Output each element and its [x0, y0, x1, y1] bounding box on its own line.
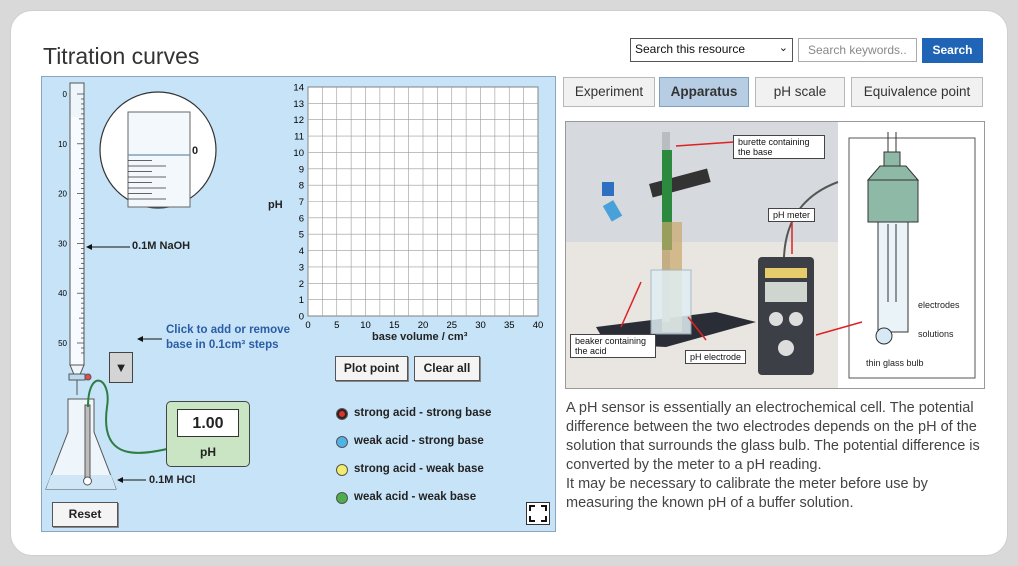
legend-label: weak acid - weak base	[354, 491, 477, 503]
ph-probe	[84, 404, 91, 482]
burette-label: 0.1M NaOH	[132, 240, 191, 252]
callout-burette-line-2: the base	[738, 147, 773, 157]
description-paragraph-2: It may be necessary to calibrate the met…	[566, 476, 928, 511]
burette-tick-label: 50	[58, 339, 67, 348]
ph-meter-display: 1.00 pH	[166, 401, 250, 467]
tab-equivalence-point[interactable]: Equivalence point	[851, 77, 983, 107]
x-tick-label: 5	[334, 320, 339, 331]
fullscreen-icon	[529, 505, 547, 522]
y-tick-label: 7	[299, 197, 304, 208]
graph-x-ticks: 0 5 10 15 20 25 30 35 40	[305, 320, 543, 331]
diagram-label-bulb: thin glass bulb	[866, 358, 924, 368]
ph-unit: pH	[200, 445, 216, 459]
x-tick-label: 35	[504, 320, 515, 331]
x-tick-label: 25	[446, 320, 457, 331]
graph-x-label: base volume / cm³	[372, 331, 468, 343]
clear-all-button[interactable]: Clear all	[414, 356, 480, 381]
probe-cable	[87, 379, 168, 454]
burette-tick-label: 40	[58, 289, 67, 298]
reset-button[interactable]: Reset	[52, 502, 118, 527]
burette-tick-label: 0	[63, 90, 68, 99]
radio-dot-icon	[336, 436, 348, 448]
legend-label: weak acid - strong base	[354, 435, 484, 447]
apparatus-image: burette containing the base pH meter bea…	[565, 121, 985, 389]
legend-label: strong acid - strong base	[354, 407, 492, 419]
search-button[interactable]: Search	[922, 38, 983, 63]
add-base-hint: Click to add or remove base in 0.1cm³ st…	[166, 323, 290, 353]
tab-ph-scale[interactable]: pH scale	[755, 77, 845, 107]
y-tick-label: 14	[293, 83, 304, 94]
callout-electrode: pH electrode	[685, 350, 747, 364]
y-tick-label: 4	[299, 246, 304, 257]
diagram-label-solutions: solutions	[918, 329, 954, 339]
hint-arrowhead	[137, 336, 143, 342]
x-tick-label: 20	[418, 320, 429, 331]
page-frame: Titration curves Search this resource ⌄ …	[10, 10, 1008, 556]
y-tick-label: 8	[299, 181, 304, 192]
y-tick-label: 9	[299, 164, 304, 175]
beaker	[650, 269, 692, 335]
y-tick-label: 12	[293, 115, 304, 126]
description: A pH sensor is essentially an electroche…	[566, 399, 981, 513]
blue-knob	[602, 182, 614, 196]
callout-burette: burette containing the base	[733, 135, 825, 159]
callout-meter: pH meter	[768, 208, 816, 222]
y-tick-label: 3	[299, 262, 304, 273]
burette-tick-label: 10	[58, 140, 67, 149]
triangle-down-icon: ▼	[114, 360, 128, 375]
callout-beaker: beaker containing the acid	[570, 334, 656, 358]
naoh-arrowhead	[86, 244, 92, 250]
chevron-down-icon: ⌄	[778, 42, 788, 54]
burette-tick-label: 30	[58, 239, 67, 248]
tab-experiment[interactable]: Experiment	[563, 77, 655, 107]
hint-line-2: base in 0.1cm³ steps	[166, 339, 279, 351]
radio-dot-icon	[336, 464, 348, 476]
x-tick-label: 15	[389, 320, 400, 331]
y-tick-label: 10	[293, 148, 304, 159]
callout-burette-line-1: burette containing	[738, 137, 810, 147]
search-input[interactable]: Search keywords..	[798, 38, 917, 62]
zoom-reading: 0	[192, 145, 199, 157]
flask-label: 0.1M HCl	[149, 474, 196, 486]
x-tick-label: 40	[533, 320, 544, 331]
diagram-label-electrodes: electrodes	[918, 300, 960, 310]
y-tick-label: 2	[299, 279, 304, 290]
callout-beaker-line-2: the acid	[575, 346, 607, 356]
probe-bulb	[83, 476, 92, 486]
fullscreen-button[interactable]	[526, 502, 550, 525]
y-tick-label: 5	[299, 230, 304, 241]
resource-select-value: Search this resource	[635, 42, 746, 56]
description-paragraph-1: A pH sensor is essentially an electroche…	[566, 400, 980, 473]
y-tick-label: 13	[293, 99, 304, 110]
burette-tap	[68, 373, 86, 381]
x-tick-label: 10	[360, 320, 371, 331]
radio-dot-icon	[336, 408, 348, 420]
page-title: Titration curves	[43, 43, 200, 69]
flask-liquid	[46, 475, 116, 489]
y-tick-label: 1	[299, 295, 304, 306]
callout-beaker-line-1: beaker containing	[575, 336, 647, 346]
legend-label: strong acid - weak base	[354, 463, 484, 475]
y-tick-label: 0	[299, 312, 304, 323]
ph-value: 1.00	[177, 409, 239, 437]
y-tick-label: 11	[294, 132, 304, 143]
graph-y-label: pH	[268, 199, 283, 211]
hcl-arrowhead	[117, 477, 123, 483]
plot-point-button[interactable]: Plot point	[335, 356, 408, 381]
burette-tick-label: 20	[58, 190, 67, 199]
y-tick-label: 6	[299, 213, 304, 224]
x-tick-label: 0	[305, 320, 310, 331]
x-tick-label: 30	[475, 320, 486, 331]
graph-y-ticks: 01234567891011121314	[293, 83, 304, 323]
radio-dot-icon	[336, 492, 348, 504]
hint-line-1: Click to add or remove	[166, 324, 290, 336]
resource-select[interactable]: Search this resource ⌄	[630, 38, 793, 62]
tap-handle	[84, 373, 92, 381]
simulation-panel: 0 10 20 30 40 50 0123456 7 8 9 10 11 12 …	[41, 76, 556, 532]
zoom-tube	[127, 111, 191, 208]
tab-apparatus[interactable]: Apparatus	[659, 77, 749, 107]
add-base-button[interactable]: ▼	[109, 352, 133, 383]
